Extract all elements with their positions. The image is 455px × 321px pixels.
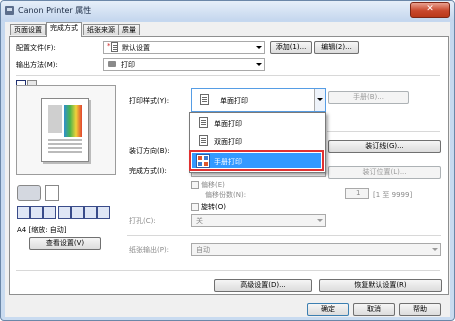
single-sided-icon — [200, 94, 209, 105]
add-profile-button[interactable]: 添加(1)... — [270, 41, 312, 54]
profile-label: 配置文件(F): — [16, 44, 56, 52]
double-sided-icon — [199, 135, 208, 146]
cancel-button[interactable]: 取消 — [353, 303, 395, 316]
chevron-down-icon — [432, 248, 438, 251]
output-method-value: 打印 — [121, 61, 135, 69]
paper-size-caption: A4 [缩放: 自动] — [17, 226, 67, 234]
profile-select[interactable]: * 默认设置 — [103, 41, 265, 54]
collate-icon[interactable] — [43, 206, 56, 219]
offset-count-input[interactable]: 1 — [345, 188, 369, 199]
view-settings-button[interactable]: 查看设置(V) — [29, 237, 101, 250]
option-double-sided[interactable]: 双面打印 — [192, 133, 321, 148]
finishing-label: 完成方式(I): — [129, 167, 167, 175]
chevron-down-icon — [256, 63, 262, 66]
ok-button[interactable]: 确定 — [307, 303, 349, 316]
profile-icon — [111, 42, 118, 52]
preview-toolbar — [17, 206, 113, 219]
punch-label: 打孔(C): — [129, 217, 156, 225]
offset-count-label: 偏移份数(N): — [205, 191, 247, 199]
print-style-label: 打印样式(Y): — [129, 97, 170, 105]
punch-icon[interactable] — [97, 206, 110, 219]
option-single-sided[interactable]: 单面打印 — [192, 115, 321, 130]
duplex-icon[interactable] — [17, 206, 30, 219]
gutter-button[interactable]: 装订线(G)... — [328, 140, 441, 153]
manual-button[interactable]: 手册(B)... — [328, 91, 409, 104]
chevron-down-icon — [317, 219, 323, 222]
booklet-icon[interactable] — [58, 206, 71, 219]
page-preview — [16, 85, 116, 175]
edit-profile-button[interactable]: 编辑(2)... — [314, 41, 359, 54]
preview-page — [41, 98, 89, 162]
restore-defaults-button[interactable]: 恢复默认设置(R) — [319, 279, 442, 292]
printer-device-icon — [17, 185, 41, 201]
divider — [16, 270, 440, 271]
title-bar[interactable]: Canon Printer 属性 ✕ — [1, 1, 454, 21]
tab-page-setup[interactable]: 页面设置 — [10, 24, 46, 35]
printer-icon — [108, 61, 116, 67]
tab-finishing[interactable]: 完成方式 — [46, 22, 82, 37]
divider — [327, 131, 440, 132]
offset-icon[interactable] — [71, 206, 84, 219]
tab-paper-source[interactable]: 纸张来源 — [83, 24, 119, 35]
booklet-icon — [196, 154, 210, 168]
binding-position-button[interactable]: 装订位置(L)... — [328, 166, 441, 179]
paper-output-value: 自动 — [196, 246, 210, 254]
paper-output-label: 纸张输出(P): — [129, 246, 170, 254]
window-title: Canon Printer 属性 — [18, 6, 92, 15]
offset-checkbox[interactable] — [191, 181, 199, 189]
chevron-down-icon — [317, 98, 323, 101]
rotate-icon[interactable] — [84, 206, 97, 219]
chevron-down-icon — [256, 46, 262, 49]
printer-properties-window: Canon Printer 属性 ✕ 页面设置 完成方式 纸张来源 质量 .ta… — [0, 0, 455, 321]
advanced-settings-button[interactable]: 高级设置(D)... — [214, 279, 312, 292]
profile-value: 默认设置 — [122, 44, 150, 52]
printer-icon — [5, 6, 14, 15]
close-button[interactable]: ✕ — [410, 2, 450, 18]
help-button[interactable]: 帮助 — [399, 303, 441, 316]
offset-range: [1 至 9999] — [373, 191, 413, 199]
staple-icon[interactable] — [30, 206, 43, 219]
print-style-dropdown: 单面打印 双面打印 手册打印 — [189, 112, 326, 173]
output-method-select[interactable]: 打印 — [103, 58, 265, 71]
binding-direction-label: 装订方向(B): — [129, 147, 170, 155]
offset-label: 偏移(E) — [201, 181, 225, 189]
rotate-label: 旋转(O) — [201, 203, 226, 211]
divider — [16, 75, 440, 76]
paper-output-select[interactable]: 自动 — [191, 243, 441, 256]
print-style-select[interactable]: 单面打印 — [191, 88, 326, 112]
rotate-checkbox[interactable] — [191, 203, 199, 211]
default-star-icon: * — [107, 42, 111, 50]
color-bars-image — [64, 105, 82, 137]
offset-count-value: 1 — [356, 189, 361, 197]
tab-quality[interactable]: 质量 — [118, 24, 140, 35]
punch-value: 关 — [196, 217, 203, 225]
punch-select[interactable]: 关 — [191, 214, 326, 227]
paper-stack-icon — [45, 185, 59, 201]
single-sided-icon — [199, 117, 208, 128]
divider — [127, 235, 441, 236]
print-style-value: 单面打印 — [220, 97, 248, 105]
option-booklet[interactable]: 手册打印 — [189, 150, 324, 171]
output-method-label: 输出方法(M): — [16, 61, 58, 69]
